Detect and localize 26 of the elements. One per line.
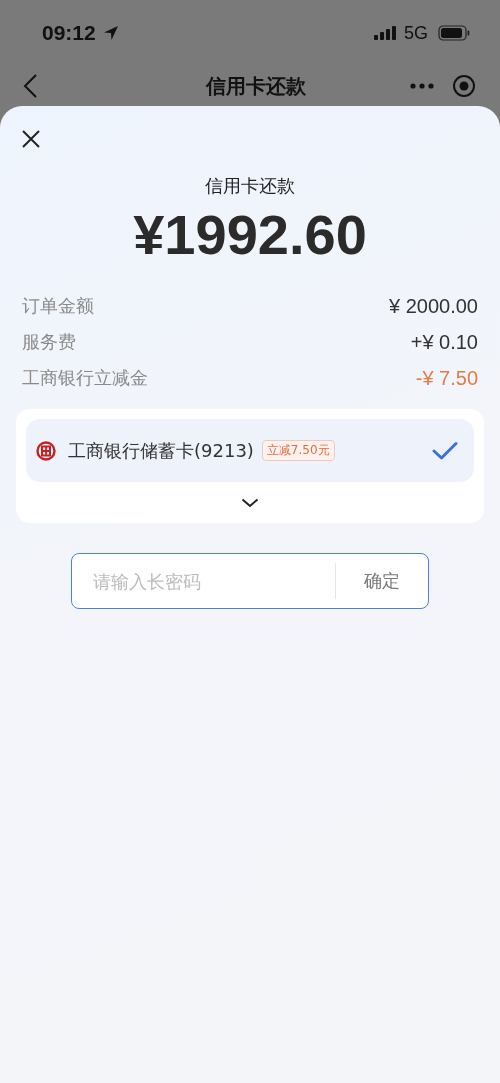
sheet-title: 信用卡还款 [204, 174, 296, 198]
target-icon[interactable] [452, 74, 476, 98]
bank-logo-icon [36, 440, 56, 461]
more-icon[interactable] [410, 83, 434, 89]
status-time: 09:12 [42, 21, 96, 45]
discount-tag: 立减7.50元 [261, 440, 335, 461]
payment-method[interactable]: 工商银行储蓄卡(9213) 立减7.50元 [26, 419, 474, 482]
expand-chevron-icon[interactable] [241, 497, 259, 508]
fee-label: 服务费 [22, 330, 76, 354]
fee-value: +¥ 0.10 [410, 330, 478, 354]
fee-value: -¥ 7.50 [415, 366, 478, 390]
location-arrow-icon [101, 24, 120, 42]
close-icon[interactable] [21, 129, 41, 149]
fee-label: 订单金额 [22, 294, 94, 318]
check-icon [432, 440, 458, 461]
confirm-button[interactable]: 确定 [336, 554, 428, 608]
network-label: 5G [404, 22, 428, 44]
fee-label: 工商银行立减金 [22, 366, 148, 390]
back-icon[interactable] [22, 73, 38, 99]
payment-amount: ¥1992.60 [132, 202, 368, 267]
password-field[interactable]: 请输入长密码 确定 [71, 553, 429, 609]
page-title: 信用卡还款 [205, 72, 307, 100]
bank-card-name: 工商银行储蓄卡(9213) [68, 438, 254, 463]
battery-icon [438, 25, 470, 41]
fee-value: ¥ 2000.00 [389, 294, 478, 318]
signal-icon [374, 26, 398, 40]
